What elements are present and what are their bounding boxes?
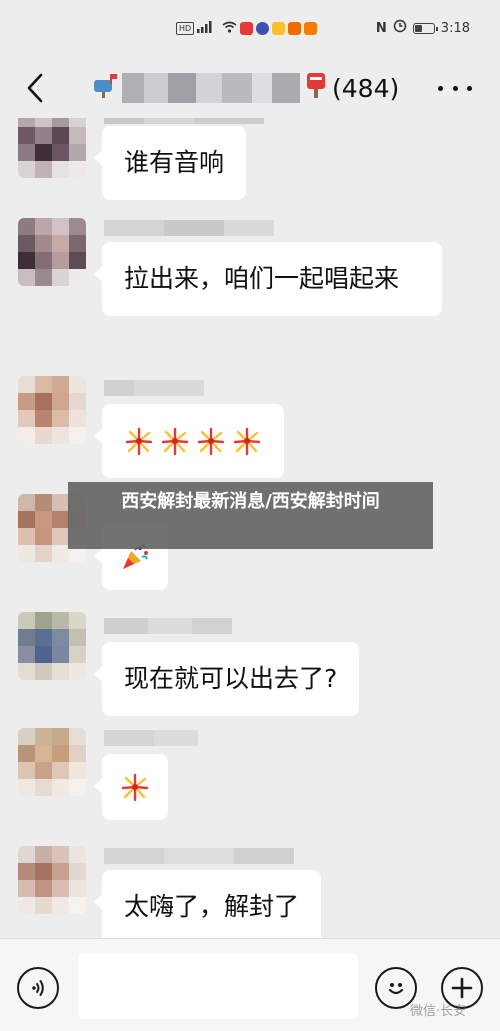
sender-name-blurred (104, 730, 198, 746)
headline-banner: 西安解封最新消息/西安解封时间 (68, 482, 433, 549)
sender-name-blurred (104, 618, 232, 634)
fireworks-icon (121, 773, 149, 802)
voice-icon (32, 980, 44, 996)
postbox-emoji-icon (304, 71, 328, 105)
sender-name-blurred (104, 848, 294, 864)
title-bar: (484) (0, 58, 500, 118)
emoji-icon (388, 983, 404, 995)
app-notification-icon (256, 21, 270, 35)
more-button[interactable] (438, 76, 472, 100)
fireworks-icon (125, 427, 153, 456)
clock-time: 3:18 (440, 20, 470, 36)
avatar[interactable] (18, 612, 86, 680)
nfc-icon: N (375, 20, 387, 36)
headline-text: 西安解封最新消息/西安解封时间 (121, 491, 380, 512)
app-notification-icon (272, 21, 286, 35)
message-bubble[interactable] (94, 404, 284, 478)
sender-name-blurred (104, 380, 204, 396)
voice-button[interactable] (17, 967, 59, 1009)
member-count: (484) (332, 73, 400, 103)
back-button[interactable] (20, 72, 50, 104)
emoji-row (120, 766, 150, 808)
status-right-icons: N 3:18 (376, 19, 470, 37)
alarm-icon (393, 19, 407, 37)
fireworks-icon (161, 427, 189, 456)
avatar[interactable] (18, 846, 86, 914)
plus-icon (451, 977, 473, 999)
message-text: 拉出来，咱们一起唱起来 (124, 264, 400, 293)
emoji-row (124, 420, 262, 462)
app-notification-icon (304, 21, 318, 35)
sender-name-blurred (104, 220, 274, 236)
status-left-icons: HD (176, 20, 318, 36)
message-text: 太嗨了，解封了 (124, 892, 300, 921)
avatar[interactable] (18, 728, 86, 796)
hd-badge: HD (176, 21, 195, 35)
status-bar: HD N 3:18 (0, 0, 500, 56)
app-notification-icon (288, 21, 302, 35)
message-bubble[interactable]: 拉出来，咱们一起唱起来 (94, 242, 442, 316)
sender-name-blurred (104, 118, 264, 124)
avatar[interactable] (18, 118, 86, 178)
battery-icon (412, 22, 438, 34)
chat-screen: HD N 3:18 (484) 谁有音响 拉出来，咱们一起唱起来 现在就可以出去… (0, 0, 500, 1031)
mailbox-emoji-icon (92, 72, 118, 104)
message-input[interactable] (78, 953, 358, 1019)
group-name-blurred (122, 70, 300, 106)
avatar[interactable] (18, 376, 86, 444)
avatar[interactable] (18, 218, 86, 286)
fireworks-icon (197, 427, 225, 456)
more-dots-icon (438, 85, 443, 91)
fireworks-icon (233, 427, 261, 456)
wifi-icon (222, 21, 237, 36)
message-text: 谁有音响 (124, 148, 225, 177)
message-bubble[interactable]: 谁有音响 (93, 126, 247, 200)
message-bubble[interactable] (94, 754, 168, 820)
watermark: 微信·长安 (410, 1004, 467, 1019)
message-bubble[interactable]: 太嗨了，解封了 (93, 870, 322, 938)
app-notification-icon (240, 21, 254, 35)
message-bubble[interactable]: 现在就可以出去了? (93, 642, 360, 716)
chevron-left-icon (27, 73, 43, 103)
message-text: 现在就可以出去了? (124, 664, 338, 693)
signal-icon (197, 20, 219, 36)
chat-title: (484) (92, 68, 399, 108)
